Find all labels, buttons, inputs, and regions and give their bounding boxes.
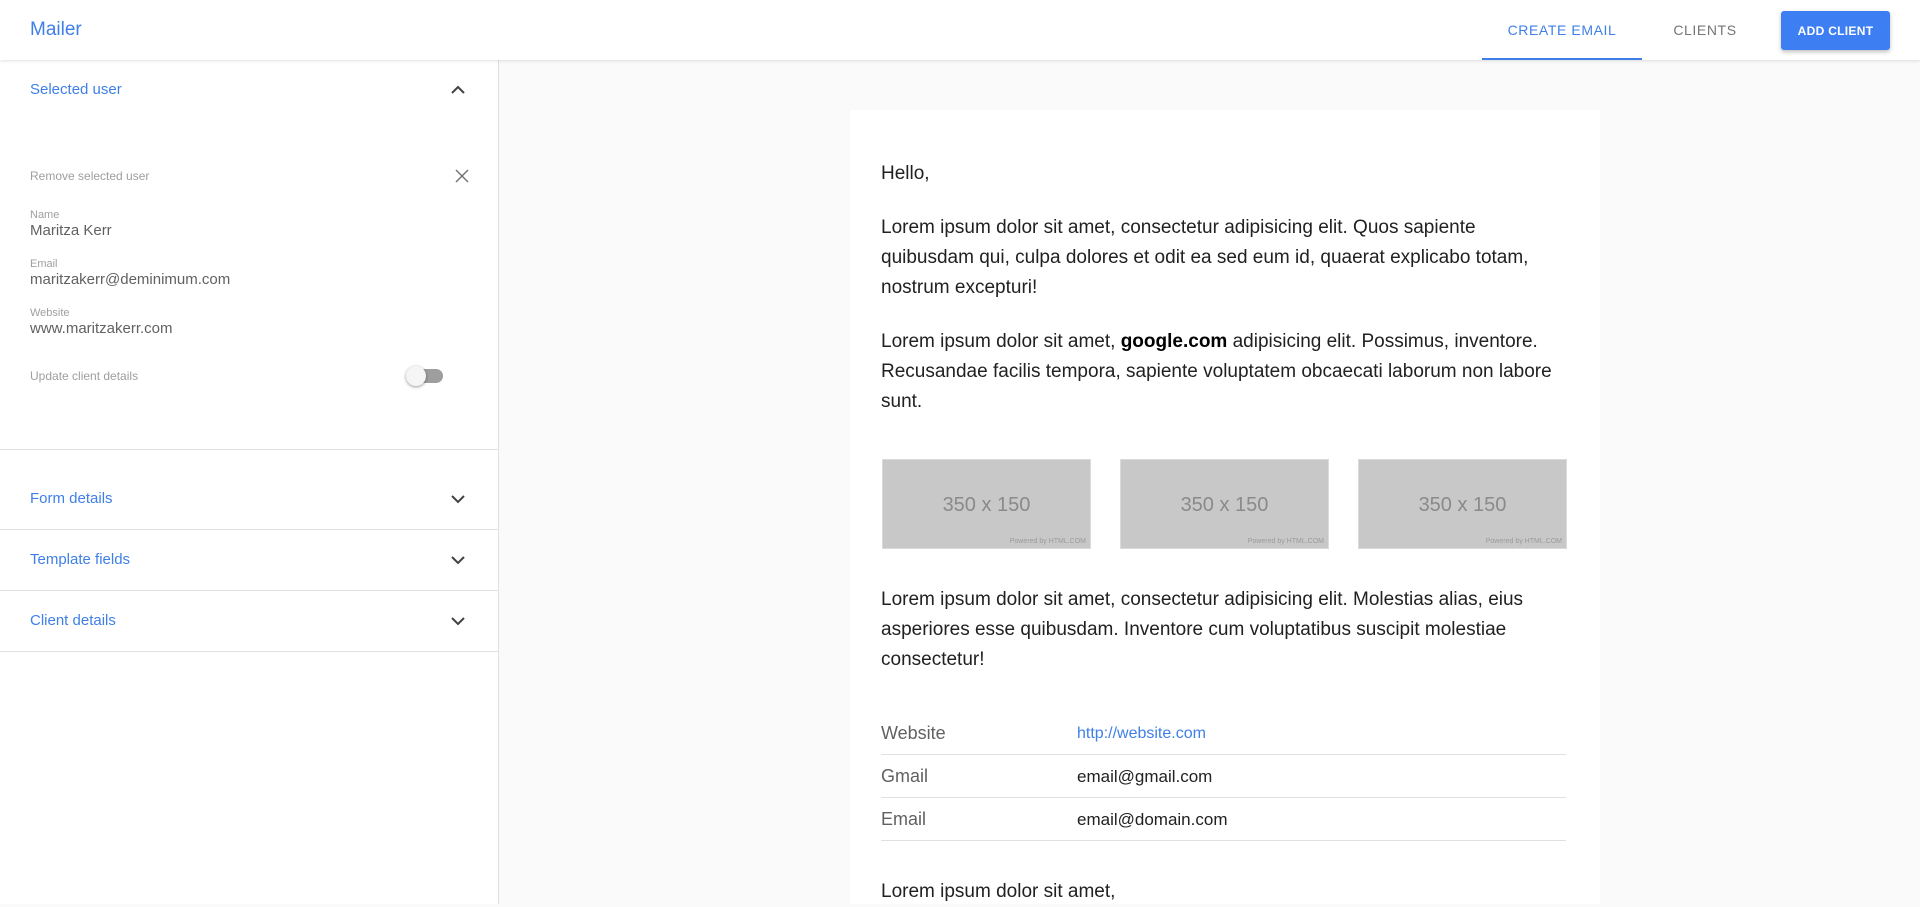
chevron-down-icon [451, 556, 465, 565]
image-dimension-label: 350 x 150 [1180, 494, 1269, 516]
divider [0, 651, 499, 652]
name-field: Name Maritza Kerr [30, 209, 470, 240]
chevron-down-icon [451, 495, 465, 504]
remove-selected-user-label: Remove selected user [30, 169, 150, 183]
info-row-gmail: Gmail email@gmail.com [881, 755, 1566, 798]
add-client-button[interactable]: ADD CLIENT [1781, 11, 1890, 50]
panel-client-details-header[interactable]: Client details [0, 591, 499, 651]
email-paragraph-1: Lorem ipsum dolor sit amet, consectetur … [881, 217, 1529, 298]
chevron-down-icon [451, 617, 465, 626]
email-paragraph-3: Lorem ipsum dolor sit amet, consectetur … [881, 589, 1524, 670]
panel-title: Client details [30, 612, 116, 629]
close-icon[interactable] [454, 168, 470, 184]
email-value: maritzakerr@deminimum.com [30, 271, 231, 288]
info-value: email@domain.com [1077, 810, 1228, 829]
tab-create-email[interactable]: CREATE EMAIL [1482, 0, 1642, 60]
name-value: Maritza Kerr [30, 222, 112, 239]
image-placeholder: 350 x 150 Powered by HTML.COM [882, 459, 1091, 549]
email-field: Email maritzakerr@deminimum.com [30, 258, 470, 289]
image-credit: Powered by HTML.COM [1009, 538, 1086, 545]
panel-selected-user-header[interactable]: Selected user [0, 60, 499, 120]
app-title[interactable]: Mailer [30, 0, 82, 60]
image-placeholder: 350 x 150 Powered by HTML.COM [1358, 459, 1567, 549]
top-bar: Mailer CREATE EMAIL CLIENTS ADD CLIENT [0, 0, 1920, 60]
email-closing: Lorem ipsum dolor sit amet, [881, 881, 1116, 902]
tab-clients[interactable]: CLIENTS [1645, 0, 1765, 60]
website-label: Website [30, 307, 70, 319]
image-dimension-label: 350 x 150 [1418, 494, 1507, 516]
chevron-up-icon [451, 85, 465, 94]
email-paragraph-2: Lorem ipsum dolor sit amet, google.com a… [881, 327, 1571, 417]
panel-form-details-header[interactable]: Form details [0, 469, 499, 529]
info-key: Email [881, 809, 927, 829]
info-row-website: Website http://website.com [881, 712, 1566, 755]
info-key: Gmail [881, 766, 929, 786]
website-field: Website www.maritzakerr.com [30, 307, 470, 338]
info-value: email@gmail.com [1077, 767, 1213, 786]
image-dimension-label: 350 x 150 [942, 494, 1031, 516]
bold-link-text: google.com [1120, 331, 1228, 352]
panel-template-fields-header[interactable]: Template fields [0, 530, 499, 590]
image-credit: Powered by HTML.COM [1247, 538, 1324, 545]
email-greeting: Hello, [881, 163, 930, 184]
website-link[interactable]: http://website.com [1077, 712, 1206, 755]
email-preview: Hello, Lorem ipsum dolor sit amet, conse… [850, 110, 1600, 904]
image-credit: Powered by HTML.COM [1485, 538, 1562, 545]
panel-title: Selected user [30, 81, 122, 98]
toggle-knob [406, 366, 426, 386]
panel-title: Form details [30, 490, 113, 507]
update-client-details-row: Update client details [30, 361, 470, 391]
name-label: Name [30, 209, 60, 221]
email-label: Email [30, 258, 58, 270]
sidebar: Selected user Remove selected user Name … [0, 60, 499, 904]
panel-title: Template fields [30, 551, 131, 568]
update-client-details-toggle[interactable] [406, 366, 443, 386]
info-row-email: Email email@domain.com [881, 798, 1566, 841]
divider [0, 449, 499, 450]
update-client-details-label: Update client details [30, 369, 139, 383]
website-value: www.maritzakerr.com [30, 320, 173, 337]
info-key: Website [881, 723, 946, 743]
remove-selected-user-row: Remove selected user [30, 163, 470, 189]
paragraph-text: Lorem ipsum dolor sit amet, [881, 331, 1121, 352]
image-placeholder: 350 x 150 Powered by HTML.COM [1120, 459, 1329, 549]
